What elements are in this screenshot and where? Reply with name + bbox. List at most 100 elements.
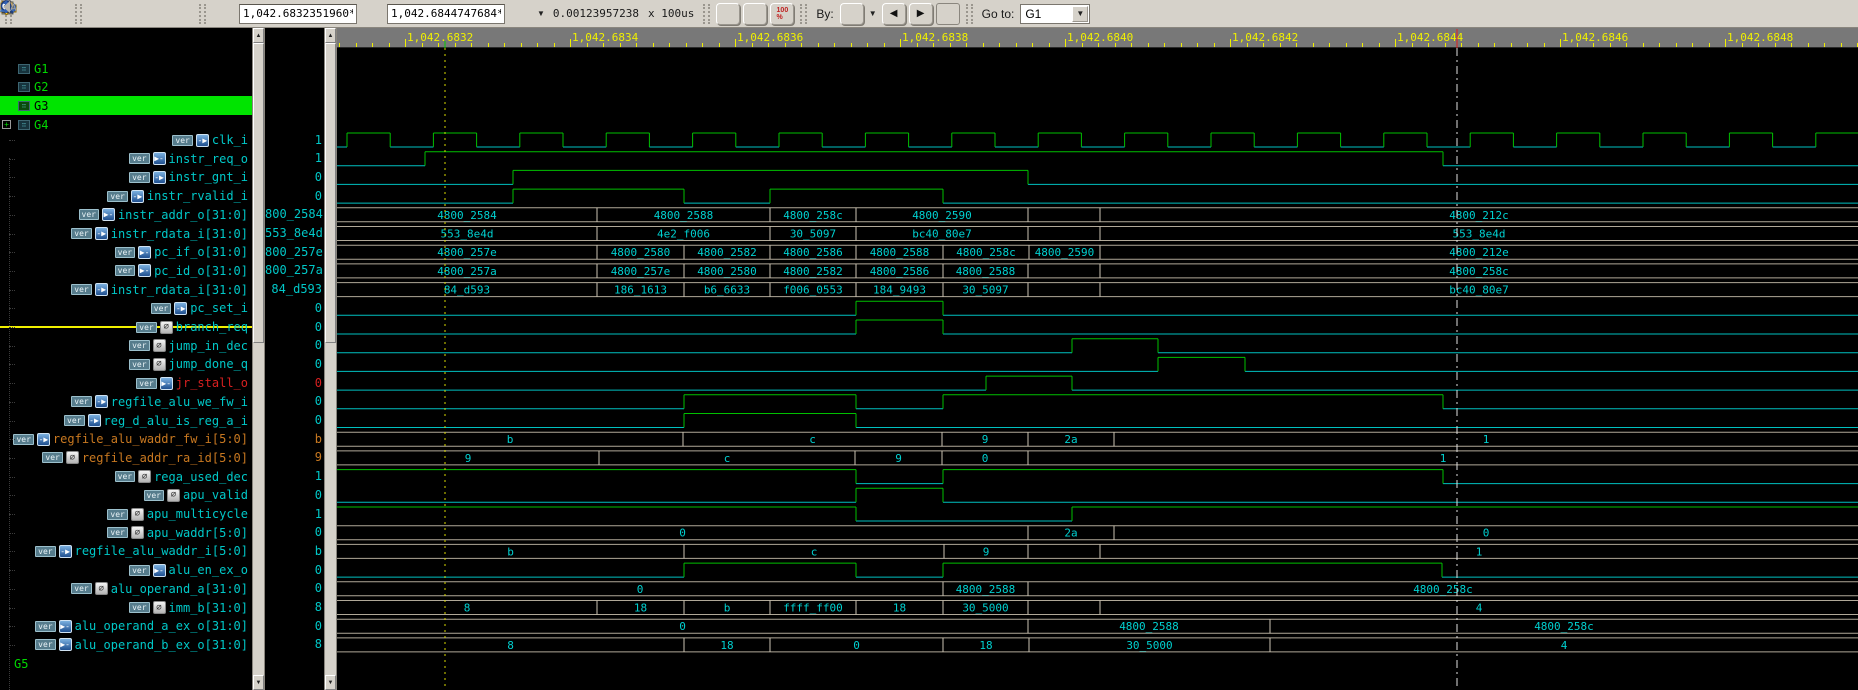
signal-value: 0: [314, 413, 322, 427]
signal-row[interactable]: ver -▶ instr_rdata_i[31:0]: [0, 280, 250, 299]
toolbar-grip[interactable]: [75, 3, 82, 24]
signal-value: 0: [314, 169, 322, 184]
signal-row[interactable]: ver ∅ imm_b[31:0]: [0, 598, 250, 617]
ver-badge: ver: [71, 396, 92, 408]
marker-time-input[interactable]: [387, 3, 505, 24]
signal-row[interactable]: ver ∅ rega_used_dec: [0, 467, 250, 486]
marker-tool-button[interactable]: [1, 1, 384, 25]
signal-row[interactable]: ver -▶ instr_rdata_i[31:0]: [0, 224, 250, 243]
search-by-button[interactable]: [3, 1, 864, 25]
cut-button[interactable]: [1, 0, 139, 25]
signal-value: b: [314, 431, 322, 446]
reload-button[interactable]: [1, 1, 69, 25]
signal-row[interactable]: ver ▶- alu_en_ex_o: [0, 561, 250, 580]
signal-row[interactable]: ver ▶- instr_req_o: [0, 149, 250, 168]
svg-text:4800_258c: 4800_258c: [783, 209, 843, 222]
paste-button[interactable]: [1, 0, 193, 25]
svg-text:0: 0: [679, 527, 686, 540]
signal-row[interactable]: ver ▶- jr_stall_o: [0, 374, 250, 393]
signal-row[interactable]: ver ∅ branch_req: [0, 318, 250, 337]
goto-dropdown-icon[interactable]: ▼: [1072, 5, 1089, 22]
toolbar-grip[interactable]: [800, 3, 808, 24]
next-edge-button[interactable]: ▶: [908, 2, 933, 25]
toolbar-grip[interactable]: [199, 3, 206, 24]
signal-row[interactable]: ver -▶ pc_set_i: [0, 299, 250, 318]
signal-row[interactable]: ver ∅ alu_operand_a[31:0]: [0, 579, 250, 598]
signal-row[interactable]: ver ∅ apu_multicycle: [0, 505, 250, 524]
names-scrollbar[interactable]: ▲ ▼: [252, 28, 265, 690]
waveform-canvas[interactable]: 1,042.6832 1,042.6834 1,042.6836 1,042.6838…: [337, 28, 1858, 690]
search-by-dropdown-icon[interactable]: ▼: [867, 9, 879, 18]
svg-text:4800_2588: 4800_2588: [870, 246, 930, 259]
scroll-up-icon[interactable]: ▲: [253, 28, 264, 43]
signal-row[interactable]: ver ▶- alu_operand_b_ex_o[31:0]: [0, 635, 250, 654]
by-label: By:: [816, 6, 834, 21]
signal-value: 1: [314, 151, 322, 166]
signal-row[interactable]: ver -▶ regfile_alu_we_fw_i: [0, 392, 250, 411]
signal-name-label: instr_gnt_i: [168, 170, 248, 185]
scrollbar-thumb[interactable]: [325, 43, 336, 343]
svg-text:f006_0553: f006_0553: [783, 284, 843, 297]
signal-row[interactable]: ver ∅ apu_valid: [0, 486, 250, 505]
signal-row[interactable]: ver ▶- alu_operand_a_ex_o[31:0]: [0, 617, 250, 636]
open-button[interactable]: [0, 2, 42, 25]
signal-row[interactable]: ver ∅ jump_done_q: [0, 355, 250, 374]
scrollbar-thumb[interactable]: [253, 43, 264, 343]
values-scrollbar[interactable]: ▲ ▼: [324, 28, 337, 690]
svg-text:4800_2582: 4800_2582: [783, 265, 843, 278]
signal-row[interactable]: ver ▶- instr_addr_o[31:0]: [0, 205, 250, 224]
waveform-svg: 4800_2584 4800_2588 4800_258c 4800_2590 4800…: [337, 29, 1858, 690]
tree-stub: [9, 308, 15, 310]
delta-dropdown-icon[interactable]: ▼: [535, 9, 547, 18]
ver-badge: ver: [129, 340, 150, 352]
svg-text:ffff_ff00: ffff_ff00: [783, 602, 843, 615]
scroll-down-icon[interactable]: ▼: [253, 675, 264, 690]
goto-combobox[interactable]: G1 ▼: [1020, 3, 1091, 24]
toolbar-grip[interactable]: [965, 3, 973, 24]
select-pointer-button[interactable]: [1, 0, 236, 25]
expander-icon[interactable]: +: [2, 120, 11, 130]
ver-badge: ver: [129, 358, 150, 370]
signal-names-panel[interactable]: ∷ G1 ∷ G2 ∷ G3 ∷ G4 + ver -▶ clk_i ver ▶- instr_req_o v…: [0, 28, 252, 690]
zoom-full-button[interactable]: 100%: [770, 2, 795, 25]
cursor-time-input[interactable]: [239, 3, 357, 24]
svg-text:0: 0: [679, 620, 686, 633]
copy-button[interactable]: [1, 0, 166, 25]
undo-button[interactable]: [1, 1, 112, 25]
group-row-g5[interactable]: G5: [0, 654, 252, 673]
ver-badge: ver: [150, 302, 172, 314]
signal-row[interactable]: ver -▶ instr_gnt_i: [0, 168, 250, 187]
zoom-out-button[interactable]: [0, 0, 741, 25]
scroll-down-icon[interactable]: ▼: [325, 675, 336, 690]
internal-signal-icon: ∅: [152, 339, 166, 353]
zoom-in-button[interactable]: [0, 0, 768, 25]
ver-badge: ver: [71, 228, 92, 239]
prev-edge-button[interactable]: ◀: [881, 2, 906, 25]
signal-row[interactable]: ver ∅ apu_waddr[5:0]: [0, 523, 250, 542]
time-scale-label: x 100us: [648, 7, 695, 20]
signal-value: 1: [314, 469, 322, 484]
ver-badge: ver: [114, 246, 136, 258]
signal-row[interactable]: ver ▶- pc_if_o[31:0]: [0, 243, 250, 262]
toolbar-grip[interactable]: [703, 3, 711, 24]
svg-text:4800_2580: 4800_2580: [611, 246, 671, 259]
signal-row[interactable]: ver -▶ reg_d_alu_is_reg_a_i: [0, 411, 250, 430]
delta-button[interactable]: [0, 0, 532, 25]
scroll-up-icon[interactable]: ▲: [325, 28, 336, 43]
group-row-g1[interactable]: ∷ G1: [0, 59, 252, 78]
signal-row[interactable]: ver ∅ jump_in_dec: [0, 336, 250, 355]
group-row-g3[interactable]: ∷ G3: [0, 96, 252, 116]
output-port-icon: ▶-: [58, 638, 72, 652]
signal-name-label: pc_set_i: [190, 301, 248, 316]
input-port-icon: -▶: [87, 414, 101, 427]
signal-row[interactable]: ver ▶- pc_id_o[31:0]: [0, 261, 250, 280]
signal-row[interactable]: ver -▶ clk_i: [0, 131, 250, 150]
ver-badge: ver: [107, 508, 128, 520]
signal-name-label: alu_operand_b_ex_o[31:0]: [74, 637, 248, 652]
signal-row[interactable]: ver ∅ regfile_addr_ra_id[5:0]: [0, 448, 250, 467]
group-row-g2[interactable]: ∷ G2: [0, 78, 252, 97]
signal-row[interactable]: ver -▶ regfile_alu_waddr_i[5:0]: [0, 542, 250, 561]
ver-badge: ver: [129, 602, 150, 613]
signal-row[interactable]: ver -▶ instr_rvalid_i: [0, 187, 250, 206]
signal-row[interactable]: ver -▶ regfile_alu_waddr_fw_i[5:0]: [0, 430, 250, 449]
